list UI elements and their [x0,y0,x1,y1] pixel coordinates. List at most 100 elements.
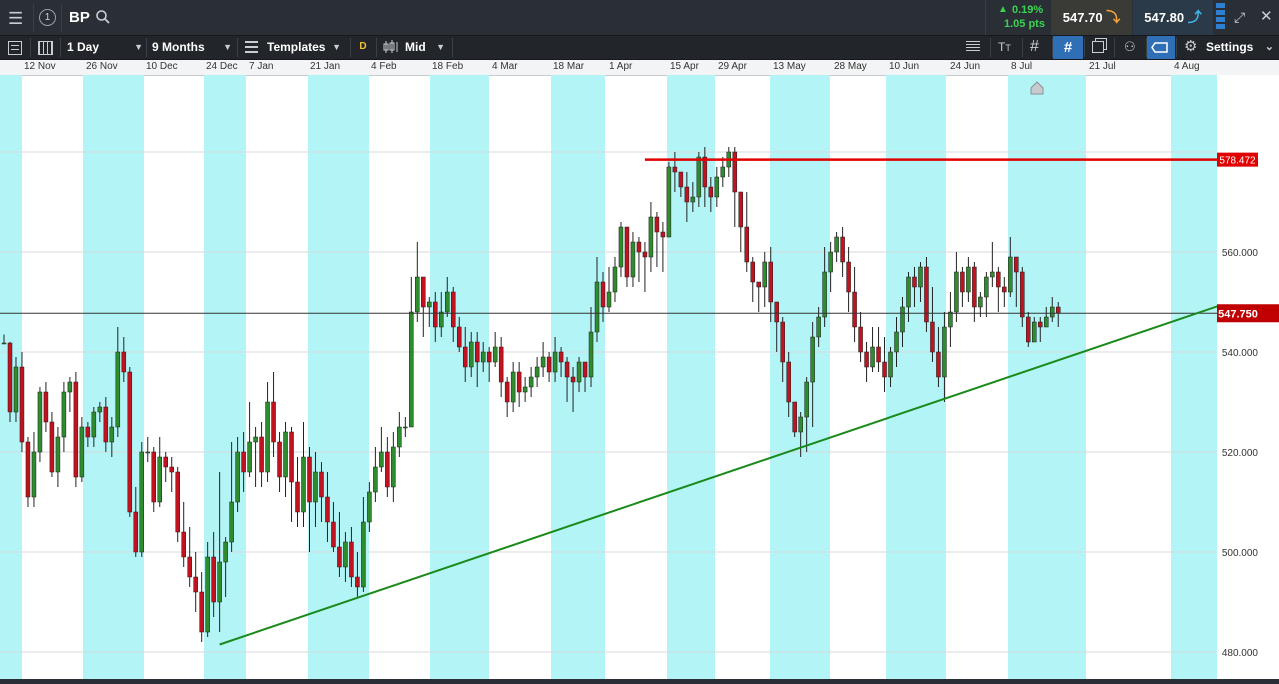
candle-body [85,426,91,438]
price-chart[interactable]: 480.000 500.000 520.000 540.000 560.000 578.4… [0,75,1279,679]
candle [127,367,133,517]
price-type-select[interactable]: Mid ▼ [405,36,445,59]
separator [237,38,238,57]
candle [145,437,151,462]
candle-body [954,271,959,313]
candle [271,372,276,457]
order-book-icon[interactable] [966,41,980,53]
candle-body [558,351,564,363]
candle-body [247,441,252,473]
collapse-icon[interactable]: ⤢ [1234,10,1245,24]
candle-body [181,531,186,558]
candle-body [732,151,738,193]
candle-type-icon[interactable] [383,39,399,55]
candle-body [636,241,642,253]
week-band [204,75,246,679]
interval-select[interactable]: 1 Day ▼ [67,36,143,59]
candle-body [337,546,342,568]
layout-icon[interactable] [38,41,53,55]
menu-icon[interactable]: ☰ [8,10,23,27]
candle-body [936,351,941,378]
list-icon[interactable] [8,41,22,55]
candle [720,157,726,187]
candle [834,232,839,262]
candle-body [858,326,863,353]
candle-body [439,311,444,328]
candle-body [61,391,67,438]
candle [73,372,79,487]
date-tick: 1 Apr [609,61,633,72]
candle [415,242,420,322]
candle [954,252,959,322]
candle-body [594,281,600,333]
tag-icon[interactable] [1147,36,1175,59]
candle-body [474,341,480,363]
candle-body [253,436,258,443]
range-select[interactable]: 9 Months ▼ [152,36,232,59]
grid-icon[interactable]: # [1030,39,1039,55]
templates-select[interactable]: Templates ▼ [267,36,341,59]
candle-body [37,391,43,453]
buy-price-button[interactable]: 547.80 ⤴ [1133,0,1213,35]
separator [30,38,31,57]
candle-body [942,326,947,378]
candle-body [510,371,516,403]
candle [403,417,408,437]
candle-body [702,156,708,188]
candle-body [205,556,210,633]
up-arrow-icon: ▲ [998,4,1008,15]
settings-label: Settings [1206,40,1254,54]
candle-body [912,276,917,288]
resistance-tag-label: 578.472 [1219,156,1256,167]
text-size-icon[interactable]: TT [998,41,1011,53]
candle [534,357,540,387]
candle-body [115,351,121,428]
candle-body [271,401,276,443]
candle-body [1014,256,1019,273]
candle [648,202,654,272]
candle [253,427,258,487]
price-tick: 480.000 [1222,648,1259,659]
candle-body [451,291,456,328]
candle-body [864,351,869,368]
date-tick: 21 Jul [1089,61,1116,72]
windows-icon[interactable] [1092,41,1104,53]
candle-body [708,186,714,198]
candle [624,226,630,287]
price-tick: 500.000 [1222,548,1259,559]
symbol-label[interactable]: BP [69,9,90,26]
candle [750,257,755,302]
date-tick: 4 Aug [1174,61,1200,72]
candle-body [630,241,636,278]
candle [654,212,660,267]
candle [846,247,851,312]
settings-button[interactable]: Settings ⌄ [1206,36,1276,59]
candle-body [780,321,785,363]
separator [1084,38,1085,57]
support-trendline [219,284,1279,646]
candle [139,442,145,557]
candle-body [816,316,821,338]
gear-icon[interactable]: ⚙ [1184,39,1197,54]
candle-body [612,266,618,293]
chevron-down-icon: ▼ [134,42,143,52]
candle [882,337,887,392]
candle-body [1050,306,1055,318]
candle-body [642,251,648,258]
week-band [430,75,489,679]
candle [391,432,396,502]
sell-price-button[interactable]: 547.70 ⤵ [1051,0,1132,35]
candle-body [504,381,510,403]
candle-body [960,271,965,293]
scroll-indicator[interactable] [1216,3,1225,32]
indicator-icon[interactable]: ⚇ [1124,40,1136,53]
info-icon[interactable]: 1 [39,9,56,26]
candle-body [325,496,330,523]
templates-icon [245,41,258,53]
d-badge[interactable]: D [356,40,370,54]
date-tick: 24 Dec [206,61,238,72]
close-icon[interactable]: ✕ [1260,9,1273,24]
search-icon[interactable] [96,10,110,24]
crosshair-grid-icon[interactable]: # [1053,36,1083,59]
candle [756,281,761,312]
